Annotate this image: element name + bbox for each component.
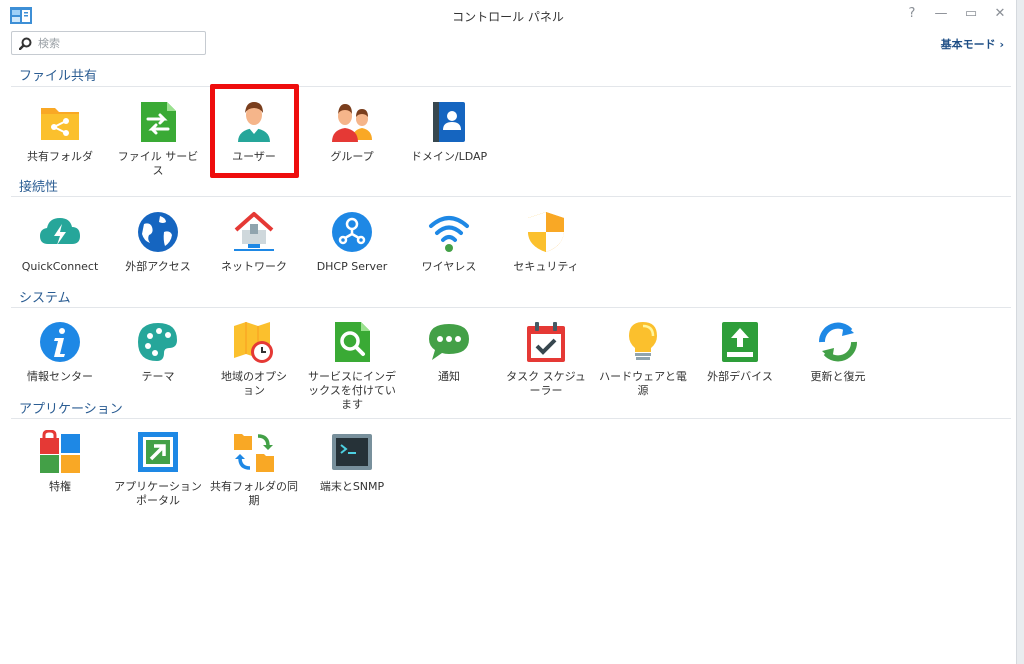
item-label: アプリケーションポータル bbox=[114, 480, 202, 507]
item-label: ネットワーク bbox=[221, 260, 287, 273]
item-label: グループ bbox=[330, 150, 374, 163]
regional-options-icon bbox=[232, 320, 276, 364]
search-icon bbox=[19, 37, 32, 50]
item-label: 端末とSNMP bbox=[319, 480, 385, 493]
item-external-access[interactable]: 外部アクセス bbox=[110, 210, 206, 274]
security-icon bbox=[524, 210, 568, 254]
file-services-icon bbox=[136, 100, 180, 144]
shared-folder-sync-icon bbox=[232, 430, 276, 474]
item-task-scheduler[interactable]: タスク スケジューラー bbox=[498, 320, 594, 398]
item-label: 地域のオプション bbox=[221, 370, 287, 397]
shared-folder-icon bbox=[38, 100, 82, 144]
item-label: 情報センター bbox=[27, 370, 93, 383]
indexing-service-icon bbox=[330, 320, 374, 364]
item-label: セキュリティ bbox=[513, 260, 579, 273]
minimize-button[interactable]: — bbox=[932, 5, 950, 23]
dhcp-server-icon bbox=[330, 210, 374, 254]
item-label: DHCP Server bbox=[316, 260, 388, 273]
item-terminal-snmp[interactable]: 端末とSNMP bbox=[304, 430, 400, 494]
theme-icon bbox=[136, 320, 180, 364]
hardware-power-icon bbox=[621, 320, 665, 364]
item-label: タスク スケジューラー bbox=[506, 370, 586, 397]
item-security[interactable]: セキュリティ bbox=[498, 210, 594, 274]
external-access-icon bbox=[136, 210, 180, 254]
item-notification[interactable]: 通知 bbox=[401, 320, 497, 384]
highlight-box bbox=[210, 84, 299, 178]
item-file-services[interactable]: ファイル サービス bbox=[110, 100, 206, 178]
item-regional-options[interactable]: 地域のオプション bbox=[206, 320, 302, 398]
item-label: テーマ bbox=[141, 370, 175, 383]
item-label: ファイル サービス bbox=[117, 150, 199, 177]
item-label: サービスにインデックスを付けています bbox=[308, 370, 396, 411]
title-bar: コントロール パネル ? — ▭ ✕ bbox=[0, 0, 1016, 30]
search-input[interactable] bbox=[38, 35, 198, 51]
section-divider bbox=[11, 196, 1011, 197]
item-dhcp-server[interactable]: DHCP Server bbox=[304, 210, 400, 274]
close-button[interactable]: ✕ bbox=[991, 5, 1009, 23]
notification-icon bbox=[427, 320, 471, 364]
item-label: 特権 bbox=[49, 480, 71, 493]
quickconnect-icon bbox=[38, 210, 82, 254]
basic-mode-link[interactable]: 基本モード › bbox=[941, 36, 1004, 52]
section-divider bbox=[11, 307, 1011, 308]
item-label: 共有フォルダの同期 bbox=[210, 480, 298, 507]
wireless-icon bbox=[427, 210, 471, 254]
domain-ldap-icon bbox=[427, 100, 471, 144]
window-title: コントロール パネル bbox=[452, 10, 564, 24]
section-title-file-sharing: ファイル共有 bbox=[19, 69, 98, 84]
update-restore-icon bbox=[816, 320, 860, 364]
item-wireless[interactable]: ワイヤレス bbox=[401, 210, 497, 274]
item-hardware-power[interactable]: ハードウェアと電源 bbox=[595, 320, 691, 398]
item-label: 外部デバイス bbox=[707, 370, 773, 383]
terminal-snmp-icon bbox=[330, 430, 374, 474]
item-quickconnect[interactable]: QuickConnect bbox=[12, 210, 108, 274]
window-edge bbox=[1016, 0, 1024, 664]
info-center-icon bbox=[38, 320, 82, 364]
item-label: 更新と復元 bbox=[810, 370, 866, 383]
item-privileges[interactable]: 特権 bbox=[12, 429, 108, 494]
item-theme[interactable]: テーマ bbox=[110, 320, 206, 384]
item-label: QuickConnect bbox=[21, 260, 99, 273]
group-icon bbox=[330, 100, 374, 144]
item-network[interactable]: ネットワーク bbox=[206, 210, 302, 274]
item-label: 共有フォルダ bbox=[27, 150, 93, 163]
section-title-applications: アプリケーション bbox=[19, 402, 123, 417]
item-domain-ldap[interactable]: ドメイン/LDAP bbox=[401, 100, 497, 164]
item-label: ドメイン/LDAP bbox=[410, 150, 488, 163]
item-application-portal[interactable]: アプリケーションポータル bbox=[110, 430, 206, 508]
application-portal-icon bbox=[136, 430, 180, 474]
search-box[interactable] bbox=[11, 31, 206, 55]
task-scheduler-icon bbox=[524, 320, 568, 364]
item-label: 通知 bbox=[438, 370, 460, 383]
item-label: ワイヤレス bbox=[421, 260, 477, 273]
item-external-devices[interactable]: 外部デバイス bbox=[692, 320, 788, 384]
item-shared-folder[interactable]: 共有フォルダ bbox=[12, 100, 108, 164]
item-update-restore[interactable]: 更新と復元 bbox=[790, 320, 886, 384]
item-indexing-service[interactable]: サービスにインデックスを付けています bbox=[304, 320, 400, 412]
section-title-connectivity: 接続性 bbox=[19, 180, 59, 195]
item-shared-folder-sync[interactable]: 共有フォルダの同期 bbox=[206, 430, 302, 508]
network-icon bbox=[232, 210, 276, 254]
maximize-button[interactable]: ▭ bbox=[962, 5, 980, 23]
item-info-center[interactable]: 情報センター bbox=[12, 320, 108, 384]
section-divider bbox=[11, 86, 1011, 87]
external-devices-icon bbox=[718, 320, 762, 364]
section-title-system: システム bbox=[19, 291, 71, 306]
section-divider bbox=[11, 418, 1011, 419]
control-panel-window: コントロール パネル ? — ▭ ✕ 基本モード › ファイル共有 共有フォ bbox=[0, 0, 1016, 664]
help-button[interactable]: ? bbox=[903, 5, 921, 23]
item-label: 外部アクセス bbox=[125, 260, 191, 273]
item-group[interactable]: グループ bbox=[304, 100, 400, 164]
privileges-icon bbox=[38, 429, 82, 474]
item-label: ハードウェアと電源 bbox=[599, 370, 687, 397]
